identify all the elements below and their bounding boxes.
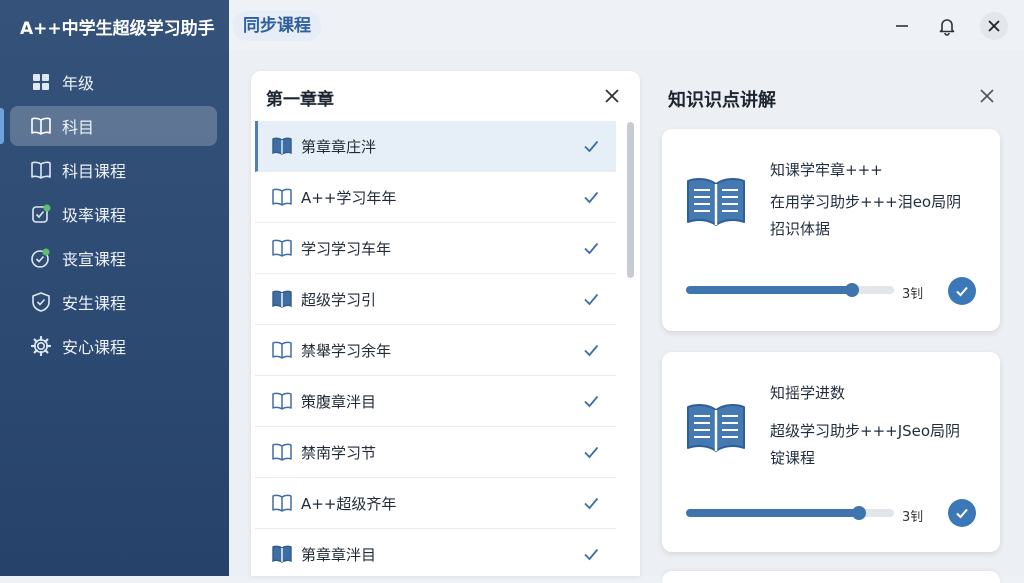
check-icon [584, 344, 599, 357]
chapter-panel: 第一章章 第章章庄泮 A++学习年年 学习学习车年 超级学习引 禁舉学习余年 策… [251, 71, 640, 576]
progress-fill [686, 509, 859, 517]
sidebar-item-label: 科目 [62, 118, 95, 137]
sidebar-item-label: 安生课程 [62, 294, 127, 313]
check-icon [584, 395, 599, 408]
bell-icon [939, 19, 955, 36]
check-circle-icon [30, 247, 52, 269]
list-item[interactable]: 超级学习引 [255, 274, 616, 325]
book-icon [272, 494, 292, 512]
title-bar: A++中学生超级学习助手 同步课程 [0, 0, 1024, 50]
minimize-button[interactable] [888, 12, 916, 40]
knowledge-card[interactable]: 知课学牢章+++ 在用学习助步+++泪eo局阴 招识体据 3钊 [662, 129, 1000, 331]
sidebar-item-label: 圾率课程 [62, 206, 127, 225]
list-item[interactable]: 学习学习车年 [255, 223, 616, 274]
gear-icon [30, 335, 52, 357]
list-item-label: 禁舉学习余年 [301, 341, 392, 360]
sidebar-item-label: 安心课程 [62, 338, 127, 357]
chapter-panel-title: 第一章章 [266, 90, 334, 110]
sidebar-item-course-5[interactable]: 安生课程 [10, 282, 217, 322]
card-line-1: 知摇学进数 [770, 384, 846, 402]
list-item-label: A++超级齐年 [301, 494, 397, 513]
book-icon [272, 443, 292, 461]
check-icon [584, 293, 599, 306]
book-icon [272, 290, 292, 308]
active-indicator [0, 108, 4, 144]
list-item-label: 超级学习引 [301, 290, 377, 309]
progress-fill [686, 286, 852, 294]
card-line-3: 招识体据 [770, 220, 831, 238]
notification-button[interactable] [933, 12, 961, 40]
book-icon [272, 545, 292, 563]
book-icon [30, 159, 52, 181]
minimize-icon [896, 25, 908, 27]
sidebar-item-label: 科目课程 [62, 162, 127, 181]
progress-track [686, 283, 894, 297]
complete-badge[interactable] [948, 499, 976, 527]
knowledge-card[interactable]: 知摇学进数 超级学习助步+++JSeo局阴 锭课程 3钊 [662, 352, 1000, 552]
book-icon [272, 239, 292, 257]
list-item[interactable]: 禁南学习节 [255, 427, 616, 478]
book-icon [30, 115, 52, 137]
open-book-icon [687, 404, 745, 452]
complete-badge[interactable] [948, 277, 976, 305]
list-item[interactable]: A++学习年年 [255, 172, 616, 223]
app-title-highlight: 同步课程 [233, 11, 321, 41]
progress-knob[interactable] [852, 506, 866, 520]
sidebar-nav: 年级 科目 科目课程 圾率课程 丧宣课程 安生课程 安心课程 [10, 62, 217, 370]
knowledge-panel-title: 知识识点讲解 [668, 90, 776, 111]
open-book-icon [687, 178, 745, 226]
list-item-label: 第章章泮目 [301, 545, 377, 564]
sidebar-item-course-3[interactable]: 圾率课程 [10, 194, 217, 234]
sidebar-item-subject[interactable]: 科目 [10, 106, 217, 146]
card-line-2: 在用学习助步+++泪eo局阴 [770, 193, 962, 211]
book-icon [272, 392, 292, 410]
book-icon [272, 341, 292, 359]
list-item-label: 禁南学习节 [301, 443, 377, 462]
progress-knob[interactable] [845, 283, 859, 297]
check-icon [584, 191, 599, 204]
list-item[interactable]: 第章章庄泮 [255, 121, 616, 172]
app-title: A++中学生超级学习助手 [20, 19, 215, 39]
progress-label: 3钊 [902, 510, 924, 525]
check-icon [956, 508, 968, 519]
chapter-panel-header: 第一章章 [251, 71, 640, 121]
chapter-list: 第章章庄泮 A++学习年年 学习学习车年 超级学习引 禁舉学习余年 策腹章泮目 [251, 121, 624, 576]
list-item-label: A++学习年年 [301, 188, 397, 207]
sidebar-item-grade[interactable]: 年级 [10, 62, 217, 102]
check-icon [584, 446, 599, 459]
list-item[interactable]: 策腹章泮目 [255, 376, 616, 427]
card-line-1: 知课学牢章+++ [770, 161, 883, 179]
grid-icon [30, 71, 52, 93]
card-line-2: 超级学习助步+++JSeo局阴 [770, 422, 961, 440]
sidebar-item-subject-courses[interactable]: 科目课程 [10, 150, 217, 190]
card-line-3: 锭课程 [770, 449, 816, 467]
close-icon [988, 20, 1000, 32]
close-window-button[interactable] [980, 12, 1008, 40]
list-item-label: 第章章庄泮 [301, 137, 377, 156]
check-icon [584, 242, 599, 255]
list-item[interactable]: 第章章泮目 [255, 529, 616, 576]
scrollbar[interactable] [627, 122, 634, 278]
sidebar-item-course-4[interactable]: 丧宣课程 [10, 238, 217, 278]
knowledge-card[interactable] [662, 571, 1000, 583]
list-item-label: 策腹章泮目 [301, 392, 377, 411]
close-icon[interactable] [978, 87, 996, 105]
check-icon [956, 286, 968, 297]
check-icon [584, 497, 599, 510]
edit-check-icon [30, 203, 52, 225]
check-icon [584, 140, 599, 153]
sidebar-item-label: 年级 [62, 74, 95, 93]
progress-label: 3钊 [902, 287, 924, 302]
sidebar-item-label: 丧宣课程 [62, 250, 127, 269]
book-icon [272, 137, 292, 155]
book-icon [272, 188, 292, 206]
sidebar-item-course-6[interactable]: 安心课程 [10, 326, 217, 366]
close-icon[interactable] [602, 86, 622, 106]
check-icon [584, 548, 599, 561]
shield-icon [30, 291, 52, 313]
progress-track [686, 506, 894, 520]
list-item-label: 学习学习车年 [301, 239, 392, 258]
list-item[interactable]: A++超级齐年 [255, 478, 616, 529]
list-item[interactable]: 禁舉学习余年 [255, 325, 616, 376]
